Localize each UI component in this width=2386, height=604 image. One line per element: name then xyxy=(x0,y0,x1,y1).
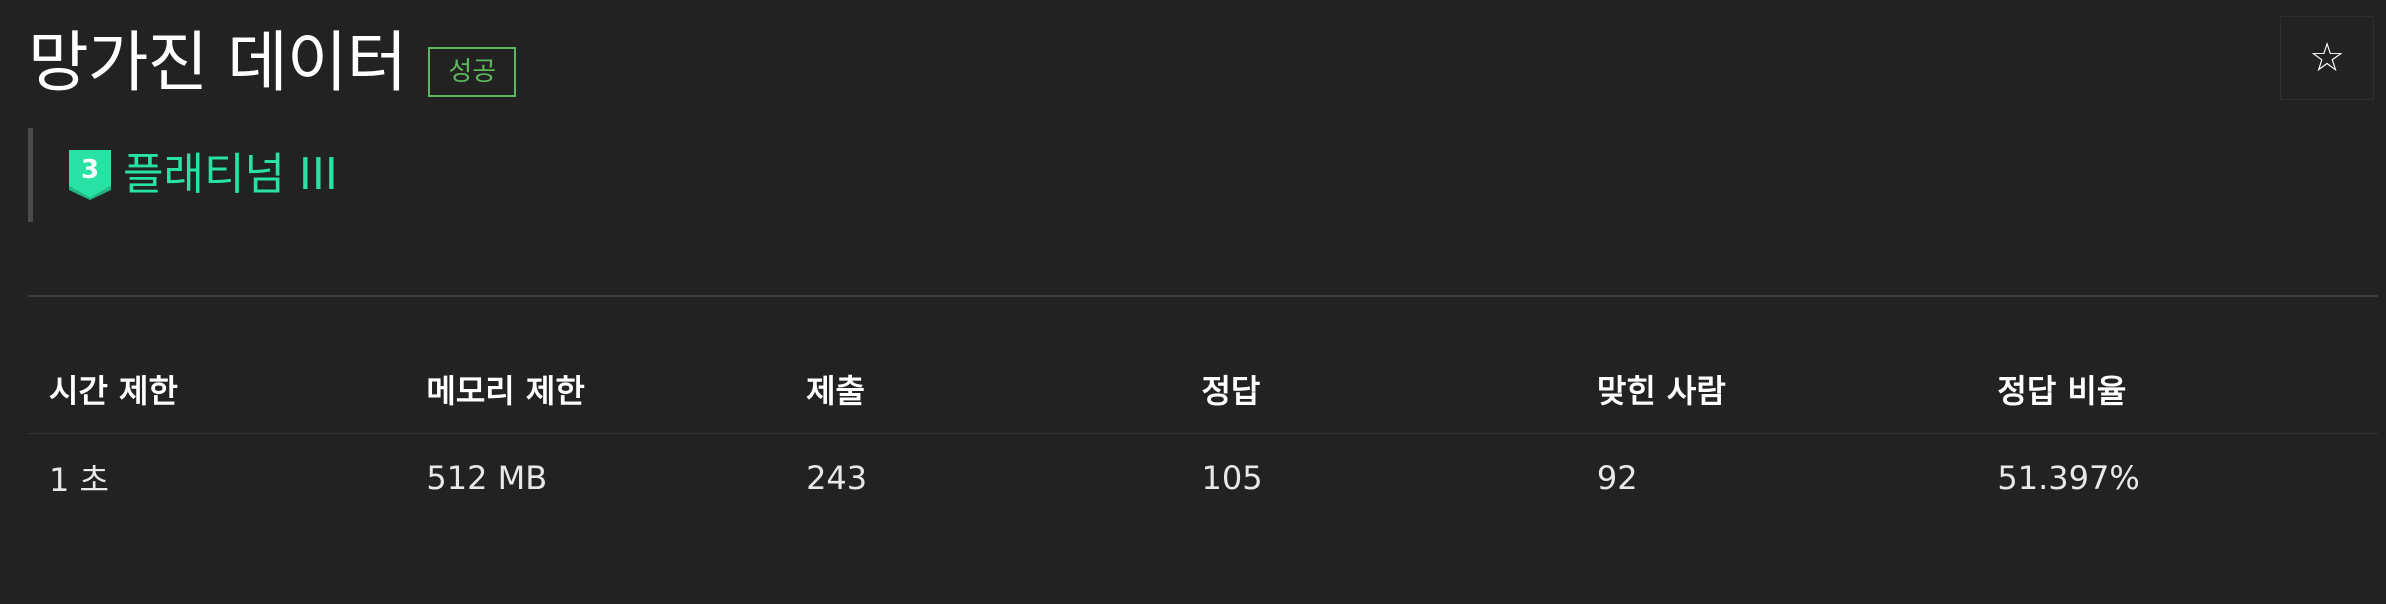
header-ratio: 정답 비율 xyxy=(1976,345,2378,434)
problem-header: 망가진 데이터 성공 xyxy=(28,18,517,108)
divider xyxy=(28,295,2378,297)
problem-info-table: 시간 제한 메모리 제한 제출 정답 맞힌 사람 정답 비율 1 초 512 M… xyxy=(28,345,2378,522)
memory-limit-value: 512 MB xyxy=(426,459,548,497)
table-row: 1 초 512 MB 243 105 92 51.397% xyxy=(28,434,2378,523)
time-limit-value: 1 초 xyxy=(49,461,109,499)
solvers-value: 92 xyxy=(1596,459,1638,497)
tier-label[interactable]: 플래티넘 III xyxy=(123,153,338,197)
header-memory-limit: 메모리 제한 xyxy=(405,345,786,434)
status-badge: 성공 xyxy=(428,47,517,97)
table-header-row: 시간 제한 메모리 제한 제출 정답 맞힌 사람 정답 비율 xyxy=(28,345,2378,434)
page-title: 망가진 데이터 xyxy=(28,24,407,101)
accepted-value: 105 xyxy=(1201,459,1263,497)
tier-block: 3 플래티넘 III xyxy=(28,128,338,222)
submissions-value: 243 xyxy=(806,459,868,497)
tier-badge-icon: 3 xyxy=(69,150,111,200)
header-solvers: 맞힌 사람 xyxy=(1575,345,1977,434)
tier-number: 3 xyxy=(81,155,99,185)
header-submissions: 제출 xyxy=(785,345,1181,434)
ratio-value: 51.397% xyxy=(1997,459,2140,497)
bookmark-button[interactable]: ☆ xyxy=(2280,16,2374,100)
header-accepted: 정답 xyxy=(1180,345,1576,434)
header-time-limit: 시간 제한 xyxy=(28,345,406,434)
star-icon: ☆ xyxy=(2309,35,2345,81)
